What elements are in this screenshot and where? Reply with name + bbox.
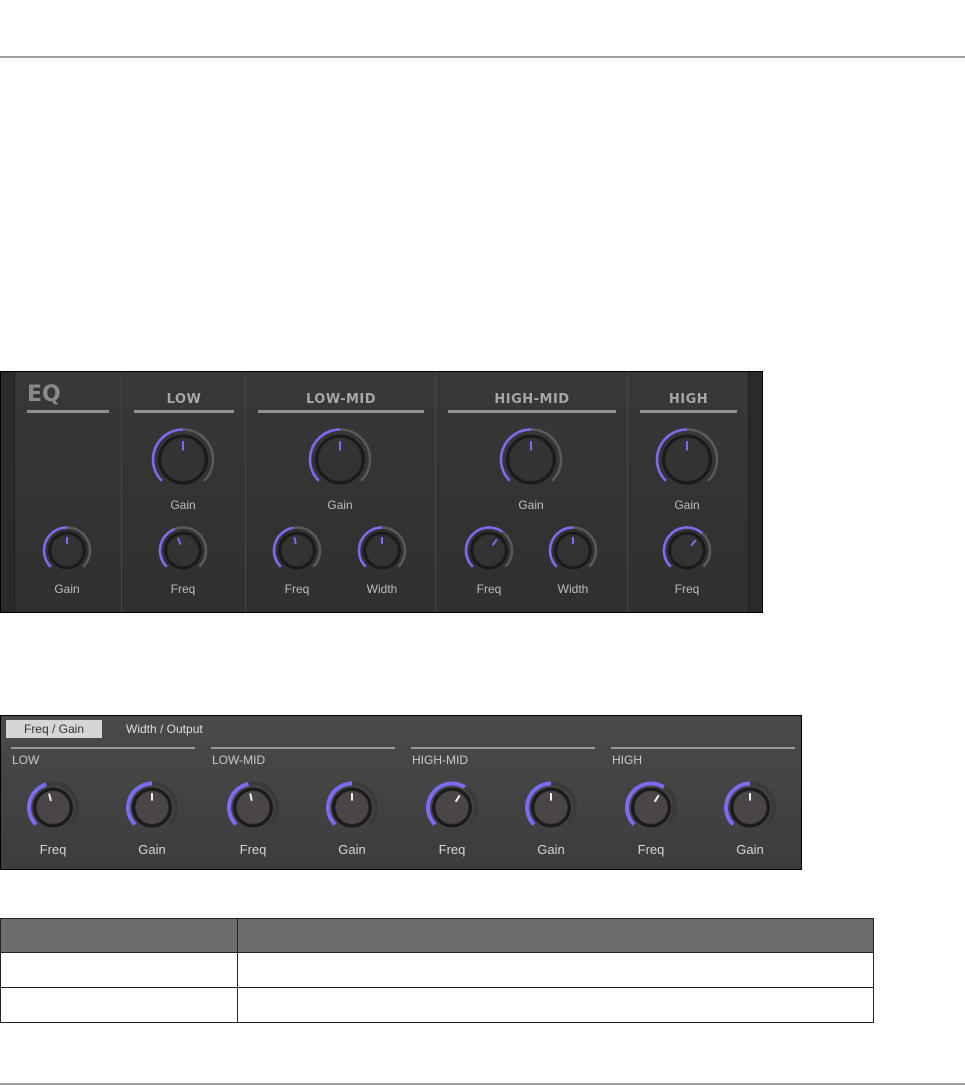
section-title: HIGH	[640, 392, 737, 413]
knob-dial-icon	[625, 781, 677, 828]
table-row	[0, 952, 874, 988]
section-label-high: HIGH	[612, 753, 642, 767]
knob-dial-icon	[426, 781, 478, 828]
hw-knob-high-mid-freq[interactable]	[424, 780, 480, 841]
tab-freq-gain[interactable]: Freq / Gain	[6, 720, 102, 738]
section-title: LOW	[134, 392, 234, 413]
knob-label: Gain	[54, 582, 80, 596]
knob-label: Gain	[138, 842, 166, 857]
knob-dial-icon	[151, 428, 215, 485]
knob-label: Freq	[284, 582, 310, 596]
knob-high-gain[interactable]	[653, 426, 721, 499]
knob-low-gain[interactable]	[149, 426, 217, 499]
knob-dial-icon	[27, 781, 79, 828]
knob-dial-icon	[42, 526, 92, 570]
knob-dial-icon	[357, 526, 407, 570]
knob-low-freq[interactable]	[156, 524, 210, 583]
section-rule	[611, 747, 795, 749]
knob-label: Gain	[736, 842, 764, 857]
section-title: HIGH-MID	[448, 392, 616, 413]
knob-label: Freq	[637, 842, 665, 857]
knob-label: Freq	[39, 842, 67, 857]
knob-dial-icon	[662, 526, 712, 570]
knob-high-mid-freq[interactable]	[462, 524, 516, 583]
knob-dial-icon	[525, 781, 577, 828]
knob-label: Freq	[239, 842, 267, 857]
knob-low-mid-width[interactable]	[355, 524, 409, 583]
knob-label: Gain	[170, 498, 196, 512]
knob-low-mid-gain[interactable]	[306, 426, 374, 499]
knob-label: Gain	[327, 498, 353, 512]
hardware-eq-panel: Freq / Gain Width / Output LOW LOW-MID H…	[0, 715, 802, 870]
eq-plugin-panel: EQ LOW LOW-MID HIGH-MID HIGH Gain Gain F…	[0, 371, 763, 613]
hw-knob-high-gain[interactable]	[722, 780, 778, 841]
knob-label: Freq	[476, 582, 502, 596]
section-title: LOW-MID	[258, 392, 424, 413]
knob-label: Freq	[674, 582, 700, 596]
knob-dial-icon	[158, 526, 208, 570]
knob-dial-icon	[227, 781, 279, 828]
section-rule	[211, 747, 395, 749]
knob-dial-icon	[272, 526, 322, 570]
knob-label: Width	[366, 582, 398, 596]
knob-label: Gain	[338, 842, 366, 857]
hw-knob-low-mid-freq[interactable]	[225, 780, 281, 841]
header-rule	[0, 56, 965, 58]
parameter-table	[0, 918, 874, 1023]
knob-dial-icon	[655, 428, 719, 485]
knob-high-freq[interactable]	[660, 524, 714, 583]
knob-master-gain[interactable]	[40, 524, 94, 583]
section-rule	[11, 747, 195, 749]
knob-dial-icon	[464, 526, 514, 570]
panel-right-edge	[748, 372, 762, 612]
table-row	[0, 987, 874, 1023]
hw-knob-high-mid-gain[interactable]	[523, 780, 579, 841]
section-label-low: LOW	[12, 753, 40, 767]
section-label-low-mid: LOW-MID	[212, 753, 266, 767]
knob-label: Gain	[518, 498, 544, 512]
knob-label: Freq	[438, 842, 466, 857]
table-header-row	[0, 918, 874, 953]
knob-label: Width	[557, 582, 589, 596]
panel-left-edge	[1, 372, 15, 612]
knob-label: Gain	[674, 498, 700, 512]
footer-rule	[0, 1083, 965, 1085]
hw-knob-low-freq[interactable]	[25, 780, 81, 841]
knob-dial-icon	[326, 781, 378, 828]
knob-low-mid-freq[interactable]	[270, 524, 324, 583]
knob-label: Freq	[170, 582, 196, 596]
hw-knob-low-gain[interactable]	[124, 780, 180, 841]
knob-dial-icon	[126, 781, 178, 828]
knob-dial-icon	[548, 526, 598, 570]
hw-knob-low-mid-gain[interactable]	[324, 780, 380, 841]
knob-label: Gain	[537, 842, 565, 857]
knob-dial-icon	[724, 781, 776, 828]
knob-high-mid-gain[interactable]	[497, 426, 565, 499]
eq-title: EQ	[27, 382, 109, 413]
section-rule	[411, 747, 595, 749]
tab-width-output[interactable]: Width / Output	[116, 720, 213, 738]
knob-high-mid-width[interactable]	[546, 524, 600, 583]
hw-knob-high-freq[interactable]	[623, 780, 679, 841]
section-label-high-mid: HIGH-MID	[412, 753, 468, 767]
knob-dial-icon	[499, 428, 563, 485]
knob-dial-icon	[308, 428, 372, 485]
